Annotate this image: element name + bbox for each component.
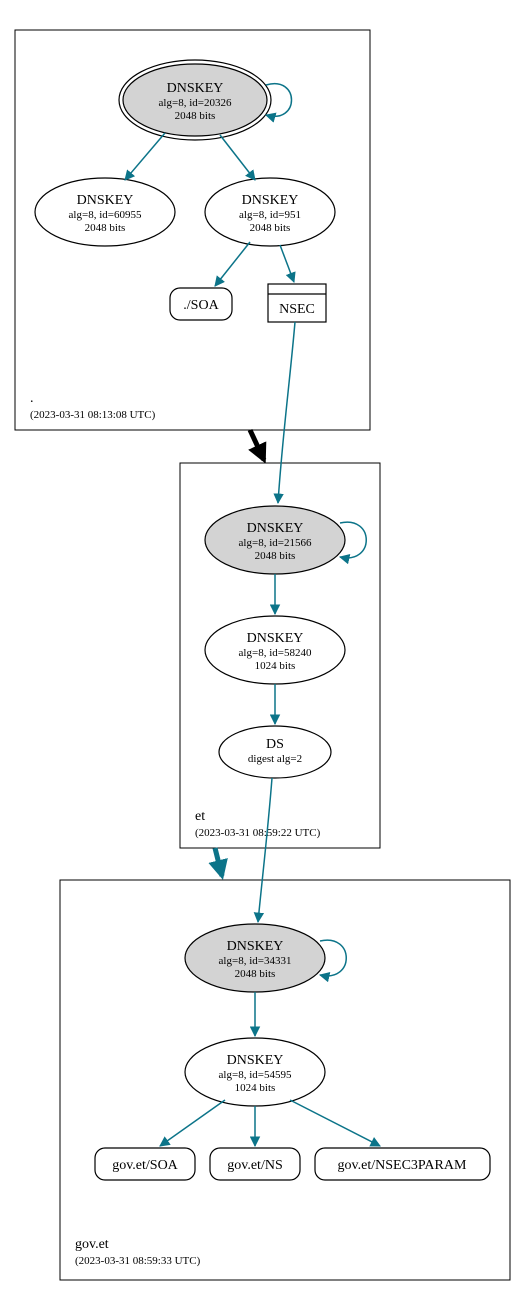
svg-text:alg=8, id=34331: alg=8, id=34331	[219, 955, 292, 967]
edge-root-into-et	[250, 430, 264, 460]
node-root-zsk-951: DNSKEY alg=8, id=951 2048 bits	[205, 178, 335, 246]
node-et-ds: DS digest alg=2	[219, 726, 331, 778]
edge-rootksk-to-zsk2	[220, 135, 255, 180]
zone-et: et (2023-03-31 08:59:22 UTC) DNSKEY alg=…	[180, 463, 380, 848]
svg-text:./SOA: ./SOA	[183, 298, 219, 313]
svg-text:alg=8, id=60955: alg=8, id=60955	[69, 209, 142, 221]
svg-text:gov.et/NS: gov.et/NS	[227, 1158, 282, 1173]
zone-et-timestamp: (2023-03-31 08:59:22 UTC)	[195, 827, 321, 839]
svg-text:DNSKEY: DNSKEY	[247, 521, 304, 536]
node-root-ksk: DNSKEY alg=8, id=20326 2048 bits	[119, 60, 271, 140]
svg-text:DNSKEY: DNSKEY	[167, 81, 224, 96]
dnssec-diagram: . (2023-03-31 08:13:08 UTC) DNSKEY alg=8…	[0, 0, 525, 1304]
edge-zsk2-to-soa	[215, 242, 250, 286]
zone-gov-et-timestamp: (2023-03-31 08:59:33 UTC)	[75, 1255, 201, 1267]
svg-text:1024 bits: 1024 bits	[255, 660, 296, 672]
node-et-zsk: DNSKEY alg=8, id=58240 1024 bits	[205, 616, 345, 684]
node-root-zsk-60955: DNSKEY alg=8, id=60955 2048 bits	[35, 178, 175, 246]
svg-text:alg=8, id=21566: alg=8, id=21566	[239, 537, 312, 549]
svg-text:2048 bits: 2048 bits	[255, 550, 296, 562]
svg-text:DNSKEY: DNSKEY	[77, 193, 134, 208]
edge-ds-to-govksk	[258, 778, 272, 922]
svg-text:2048 bits: 2048 bits	[250, 222, 291, 234]
svg-text:DNSKEY: DNSKEY	[227, 939, 284, 954]
node-root-nsec: NSEC	[268, 284, 326, 322]
zone-et-label: et	[195, 809, 205, 824]
zone-gov-et-label: gov.et	[75, 1237, 109, 1252]
edge-et-into-gov	[215, 848, 222, 876]
svg-text:gov.et/NSEC3PARAM: gov.et/NSEC3PARAM	[338, 1158, 467, 1173]
svg-text:gov.et/SOA: gov.et/SOA	[112, 1158, 178, 1173]
edge-zsk2-to-nsec	[280, 245, 294, 282]
svg-text:alg=8, id=20326: alg=8, id=20326	[159, 97, 232, 109]
edge-nsec-to-etksk	[278, 322, 295, 503]
zone-root-timestamp: (2023-03-31 08:13:08 UTC)	[30, 409, 156, 421]
edge-govzsk-to-nsec3p	[290, 1100, 380, 1146]
svg-text:alg=8, id=54595: alg=8, id=54595	[219, 1069, 292, 1081]
svg-text:2048 bits: 2048 bits	[235, 968, 276, 980]
svg-text:DNSKEY: DNSKEY	[227, 1053, 284, 1068]
node-gov-nsec3param: gov.et/NSEC3PARAM	[315, 1148, 490, 1180]
edge-rootksk-to-zsk1	[125, 133, 165, 180]
edge-govzsk-to-soa	[160, 1100, 225, 1146]
node-et-ksk: DNSKEY alg=8, id=21566 2048 bits	[205, 506, 345, 574]
zone-root: . (2023-03-31 08:13:08 UTC) DNSKEY alg=8…	[15, 30, 370, 430]
node-gov-ns: gov.et/NS	[210, 1148, 300, 1180]
zone-gov-et: gov.et (2023-03-31 08:59:33 UTC) DNSKEY …	[60, 880, 510, 1280]
zone-root-label: .	[30, 391, 34, 406]
svg-text:DNSKEY: DNSKEY	[247, 631, 304, 646]
node-gov-soa: gov.et/SOA	[95, 1148, 195, 1180]
svg-text:2048 bits: 2048 bits	[85, 222, 126, 234]
svg-text:NSEC: NSEC	[279, 302, 315, 317]
svg-text:DNSKEY: DNSKEY	[242, 193, 299, 208]
node-gov-ksk: DNSKEY alg=8, id=34331 2048 bits	[185, 924, 325, 992]
node-gov-zsk: DNSKEY alg=8, id=54595 1024 bits	[185, 1038, 325, 1106]
edge-root-ksk-self	[266, 84, 292, 117]
svg-text:alg=8, id=58240: alg=8, id=58240	[239, 647, 312, 659]
svg-text:2048 bits: 2048 bits	[175, 110, 216, 122]
svg-text:DS: DS	[266, 737, 284, 752]
svg-text:1024 bits: 1024 bits	[235, 1082, 276, 1094]
node-root-soa: ./SOA	[170, 288, 232, 320]
svg-text:alg=8, id=951: alg=8, id=951	[239, 209, 301, 221]
svg-text:digest alg=2: digest alg=2	[248, 753, 302, 765]
